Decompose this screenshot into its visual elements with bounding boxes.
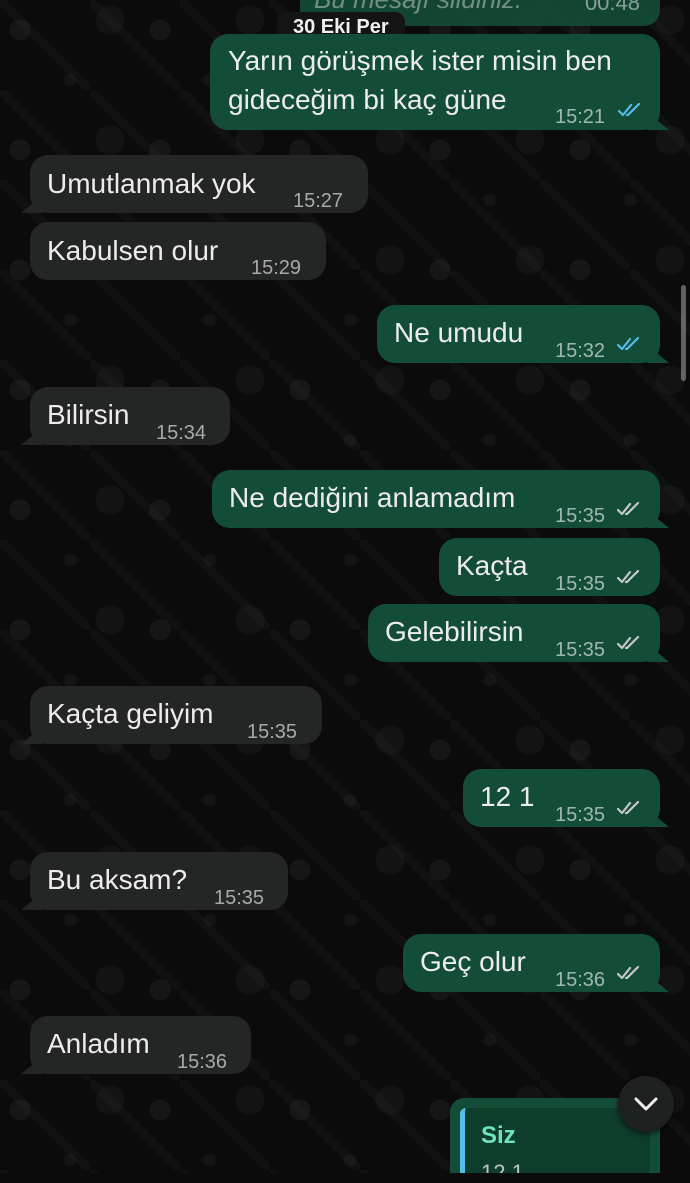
message-time: 15:35 xyxy=(555,804,606,826)
quoted-sender: Siz xyxy=(481,1122,516,1149)
message-bubble-incoming[interactable]: Kabulsen olur 15:29 xyxy=(30,222,326,280)
message-text: 12 1 xyxy=(480,781,535,812)
chat-background: Bu mesajı sildiniz. 00:48 30 Eki Per Yar… xyxy=(0,0,690,1183)
scroll-to-bottom-button[interactable] xyxy=(618,1076,674,1132)
message-text: Ne dediğini anlamadım xyxy=(229,482,516,513)
message-time: 15:36 xyxy=(177,1051,228,1073)
message-text: Ne umudu xyxy=(394,317,524,348)
message-text: Kaçta geliyim xyxy=(47,698,214,729)
double-check-icon xyxy=(617,336,640,351)
bottom-edge xyxy=(0,1173,690,1183)
message-time: 15:32 xyxy=(555,340,606,362)
message-time: 15:35 xyxy=(555,639,606,661)
message-bubble-outgoing[interactable]: 12 1 15:35 xyxy=(463,769,669,827)
double-check-icon xyxy=(617,635,640,650)
double-check-icon xyxy=(617,501,640,516)
message-bubble-outgoing[interactable]: Gelebilirsin 15:35 xyxy=(368,604,669,662)
message-bubble-outgoing[interactable]: Ne umudu 15:32 xyxy=(377,305,669,363)
deleted-message-time: 00:48 xyxy=(584,0,640,15)
message-bubble-incoming[interactable]: Anladım 15:36 xyxy=(21,1016,251,1074)
message-bubble-incoming[interactable]: Umutlanmak yok 15:27 xyxy=(21,155,368,213)
double-check-icon xyxy=(617,569,640,584)
double-check-icon xyxy=(617,965,640,980)
message-time: 15:29 xyxy=(251,257,302,279)
message-text: Gelebilirsin xyxy=(385,616,524,647)
message-bubble-outgoing[interactable]: Yarın görüşmek ister misin ben gideceğim… xyxy=(210,34,669,130)
message-time: 15:35 xyxy=(555,573,606,595)
message-text: Bilirsin xyxy=(47,399,130,430)
message-time: 15:34 xyxy=(156,422,207,444)
message-text: Bu aksam? xyxy=(47,864,188,895)
message-text: Kaçta xyxy=(456,550,528,581)
message-text-line: Yarın görüşmek ister misin ben xyxy=(228,45,612,76)
message-bubble-outgoing[interactable]: Ne dediğini anlamadım 15:35 xyxy=(212,470,669,528)
message-text: Umutlanmak yok xyxy=(47,168,256,199)
message-time: 15:35 xyxy=(247,721,298,743)
message-bubble-incoming[interactable]: Kaçta geliyim 15:35 xyxy=(21,686,322,744)
quoted-message[interactable]: Siz 12 1 xyxy=(460,1108,650,1183)
message-bubble-outgoing[interactable]: Geç olur 15:36 xyxy=(403,934,669,992)
message-bubble-incoming[interactable]: Bu aksam? 15:35 xyxy=(21,852,288,910)
message-text: Geç olur xyxy=(420,946,526,977)
message-time: 15:35 xyxy=(214,887,265,909)
double-check-icon xyxy=(617,800,640,815)
message-time: 15:21 xyxy=(555,106,606,128)
message-time: 15:36 xyxy=(555,969,606,991)
double-check-icon xyxy=(618,102,641,117)
message-text-line: gideceğim bi kaç güne xyxy=(228,84,507,115)
message-bubble-outgoing[interactable]: Kaçta 15:35 xyxy=(439,538,660,596)
message-time: 15:35 xyxy=(555,505,606,527)
message-text: Anladım xyxy=(47,1028,150,1059)
message-time: 15:27 xyxy=(293,190,344,212)
message-text: Kabulsen olur xyxy=(47,235,219,266)
scrollbar-thumb[interactable] xyxy=(681,285,686,381)
chevron-down-icon xyxy=(634,1097,658,1111)
message-bubble-incoming[interactable]: Bilirsin 15:34 xyxy=(21,387,230,445)
